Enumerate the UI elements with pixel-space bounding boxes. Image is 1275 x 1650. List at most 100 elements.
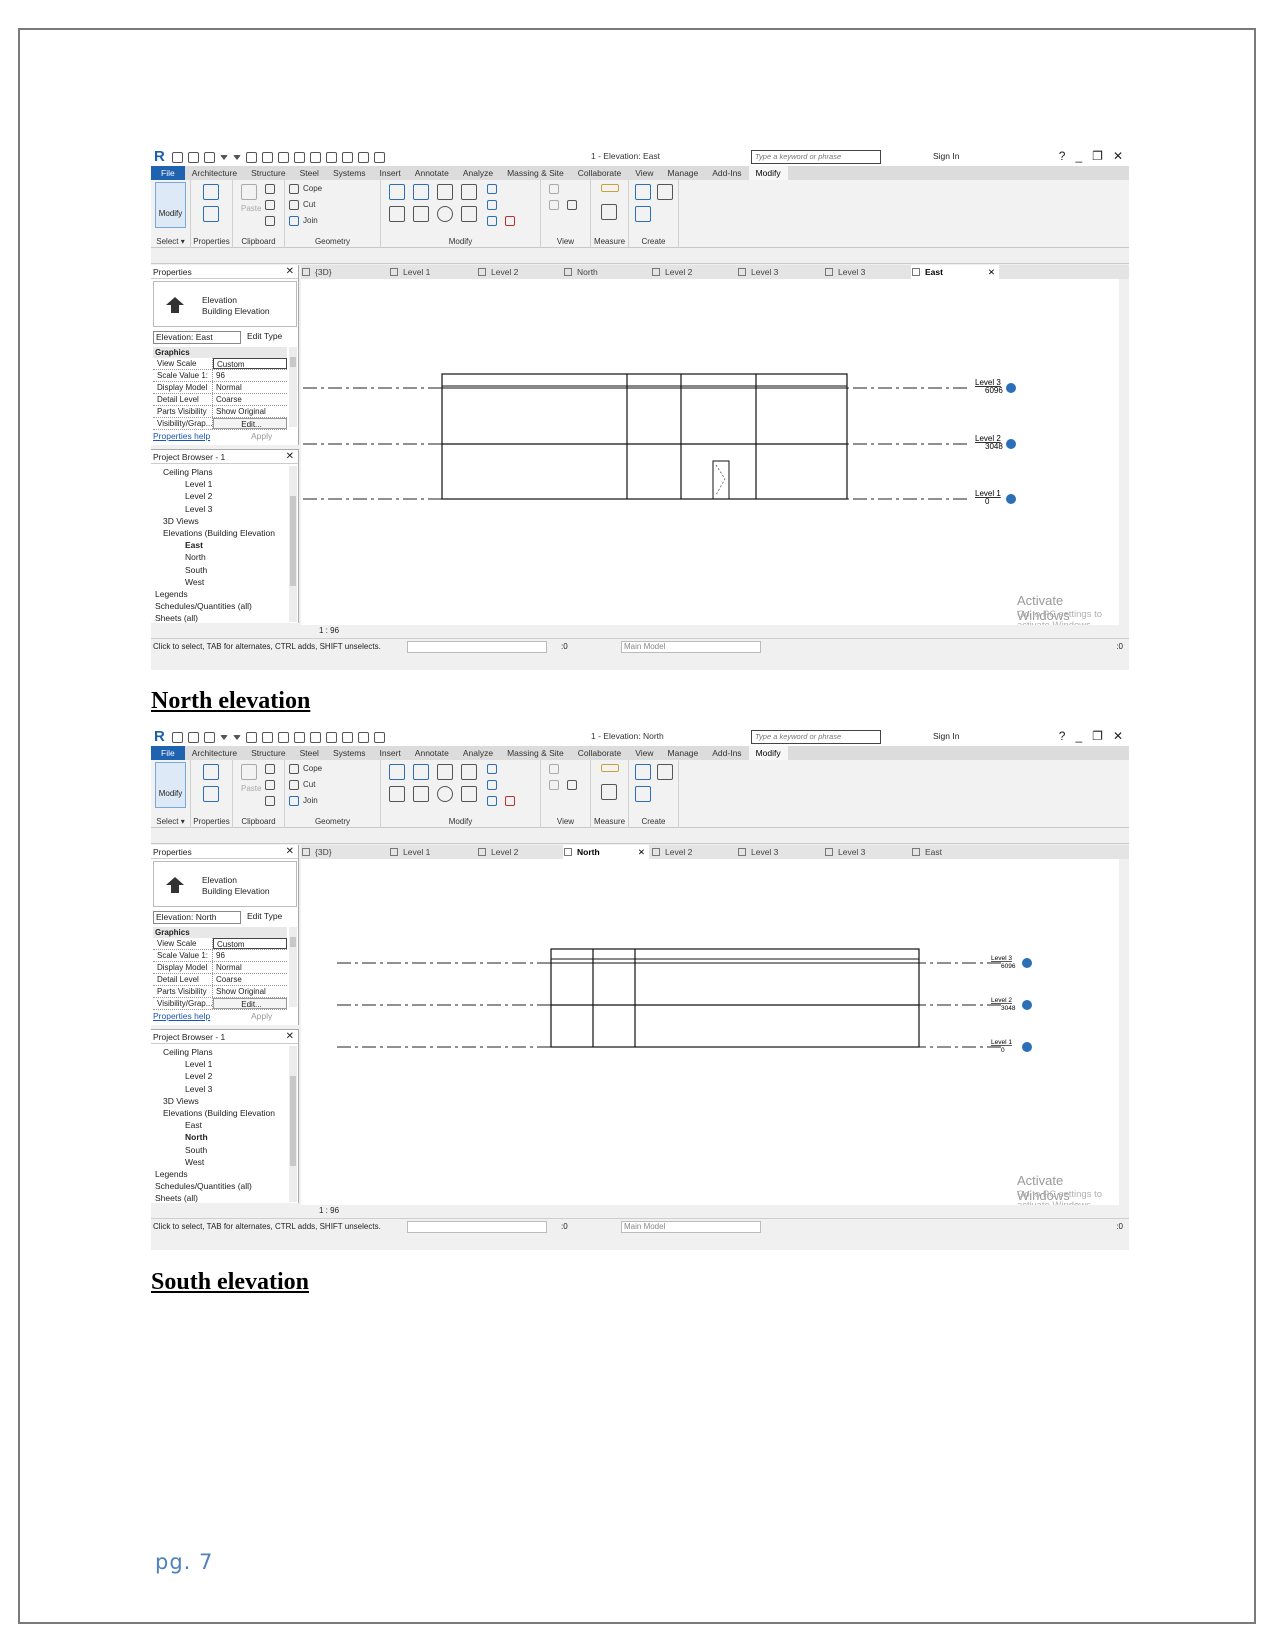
ribbon-tab-file[interactable]: File <box>151 166 185 180</box>
property-value[interactable]: Edit... <box>213 998 287 1009</box>
measure-icon[interactable] <box>262 151 273 163</box>
filter-count[interactable]: :0 <box>1116 1219 1123 1234</box>
sections-icon[interactable] <box>326 151 337 163</box>
view-tab-level-2[interactable]: Level 2 <box>651 845 737 859</box>
open-icon[interactable] <box>172 731 183 743</box>
sign-in-link[interactable]: Sign In <box>933 731 959 741</box>
offset-icon[interactable] <box>413 764 429 780</box>
view-tab-north[interactable]: North <box>563 265 649 279</box>
offset-icon[interactable] <box>413 184 429 200</box>
view-tab-east[interactable]: East <box>911 845 999 859</box>
copy-element-icon[interactable] <box>413 206 429 222</box>
switch-windows-icon[interactable] <box>374 151 385 163</box>
browser-item-level-2[interactable]: Level 2 <box>151 1070 291 1082</box>
browser-item-east[interactable]: East <box>151 539 291 551</box>
redo-icon[interactable] <box>233 734 241 740</box>
copy-icon[interactable] <box>265 780 275 790</box>
undo-icon[interactable] <box>220 154 228 160</box>
cut-label[interactable]: Cut <box>303 200 315 209</box>
split-icon[interactable] <box>487 764 497 774</box>
drawing-canvas[interactable]: Level 3 6096 Level 2 3048 Level 10 Activate … <box>301 279 1119 631</box>
view-scale[interactable]: 1 : 96 <box>319 625 339 637</box>
help-icon[interactable]: ? <box>1059 149 1066 163</box>
workset-select[interactable] <box>407 641 547 653</box>
ribbon-tab-architecture[interactable]: Architecture <box>185 166 244 180</box>
ribbon-tab-massing-site[interactable]: Massing & Site <box>500 746 571 760</box>
mirror-axis-icon[interactable] <box>437 764 453 780</box>
minimize-icon[interactable]: _ <box>1075 729 1082 743</box>
cut-geometry-icon[interactable] <box>289 780 299 790</box>
ribbon-tab-view[interactable]: View <box>628 166 660 180</box>
properties-icon[interactable] <box>203 786 219 802</box>
design-option-select[interactable]: Main Model <box>621 1221 761 1233</box>
create-parts-icon[interactable] <box>657 184 673 200</box>
property-value[interactable]: Custom <box>213 938 287 949</box>
join-label[interactable]: Join <box>303 796 318 805</box>
override-icon[interactable] <box>549 780 559 790</box>
ribbon-tab-annotate[interactable]: Annotate <box>408 166 456 180</box>
cut-label[interactable]: Cut <box>303 780 315 789</box>
revit-logo-icon[interactable]: R <box>154 149 168 165</box>
open-icon[interactable] <box>172 151 183 163</box>
type-selector[interactable]: Elevation Building Elevation <box>153 861 297 907</box>
minimize-icon[interactable]: _ <box>1075 149 1082 163</box>
override-icon[interactable] <box>549 200 559 210</box>
ribbon-tab-systems[interactable]: Systems <box>326 166 373 180</box>
sign-in-link[interactable]: Sign In <box>933 151 959 161</box>
rotate-icon[interactable] <box>437 786 453 802</box>
join-label[interactable]: Join <box>303 216 318 225</box>
cope-label[interactable]: Cope <box>303 764 322 773</box>
delete-icon[interactable] <box>505 216 515 226</box>
property-row[interactable]: Detail Level Coarse <box>153 394 287 406</box>
browser-item-ceiling-plans[interactable]: Ceiling Plans <box>151 466 291 478</box>
ribbon-tab-structure[interactable]: Structure <box>244 166 293 180</box>
property-row[interactable]: Display Model Normal <box>153 382 287 394</box>
browser-item-ceiling-plans[interactable]: Ceiling Plans <box>151 1046 291 1058</box>
type-properties-icon[interactable] <box>203 184 219 200</box>
browser-item-schedules[interactable]: Schedules/Quantities (all) <box>151 1180 291 1192</box>
cut-clipboard-icon[interactable] <box>265 184 275 194</box>
browser-item-elevations[interactable]: Elevations (Building Elevation <box>151 1107 291 1119</box>
delete-icon[interactable] <box>505 796 515 806</box>
browser-item-elevations[interactable]: Elevations (Building Elevation <box>151 527 291 539</box>
view-scale[interactable]: 1 : 96 <box>319 1205 339 1217</box>
apply-button[interactable]: Apply <box>251 431 272 441</box>
hide-icon[interactable] <box>549 764 559 774</box>
tag-icon[interactable] <box>278 151 289 163</box>
property-value[interactable]: Custom <box>213 358 287 369</box>
browser-item-legends[interactable]: Legends <box>151 588 291 600</box>
close-icon[interactable]: ✕ <box>1113 729 1123 743</box>
match-properties-icon[interactable] <box>265 216 275 226</box>
help-icon[interactable]: ? <box>1059 729 1066 743</box>
browser-item-south[interactable]: South <box>151 1144 291 1156</box>
ribbon-tab-analyze[interactable]: Analyze <box>456 746 500 760</box>
ribbon-tab-systems[interactable]: Systems <box>326 746 373 760</box>
restore-icon[interactable]: ❐ <box>1092 729 1103 743</box>
close-hidden-icon[interactable] <box>358 731 369 743</box>
modify-button[interactable]: Modify <box>155 762 186 808</box>
sections-icon[interactable] <box>326 731 337 743</box>
create-assembly-icon[interactable] <box>635 184 651 200</box>
ribbon-tab-add-ins[interactable]: Add-Ins <box>705 746 748 760</box>
close-hidden-icon[interactable] <box>358 151 369 163</box>
cut-clipboard-icon[interactable] <box>265 764 275 774</box>
mirror-axis-icon[interactable] <box>437 184 453 200</box>
browser-item-3d-views[interactable]: 3D Views <box>151 1095 291 1107</box>
view-tab-level-1[interactable]: Level 1 <box>389 265 475 279</box>
properties-icon[interactable] <box>203 206 219 222</box>
close-tab-icon[interactable]: ✕ <box>638 845 645 859</box>
thin-lines-icon[interactable] <box>342 151 353 163</box>
browser-item-west[interactable]: West <box>151 576 291 588</box>
move-icon[interactable] <box>389 786 405 802</box>
create-parts-icon[interactable] <box>657 764 673 780</box>
mirror-draw-icon[interactable] <box>461 184 477 200</box>
cope-icon[interactable] <box>289 184 299 194</box>
property-value[interactable]: Edit... <box>213 418 287 429</box>
ribbon-tab-modify[interactable]: Modify <box>748 746 788 760</box>
view-tab-level-3[interactable]: Level 3 <box>824 845 910 859</box>
property-row[interactable]: Scale Value 1: 96 <box>153 950 287 962</box>
move-icon[interactable] <box>389 206 405 222</box>
property-row[interactable]: Scale Value 1: 96 <box>153 370 287 382</box>
instance-select[interactable]: Elevation: East <box>153 331 241 344</box>
ribbon-tab-massing-site[interactable]: Massing & Site <box>500 166 571 180</box>
